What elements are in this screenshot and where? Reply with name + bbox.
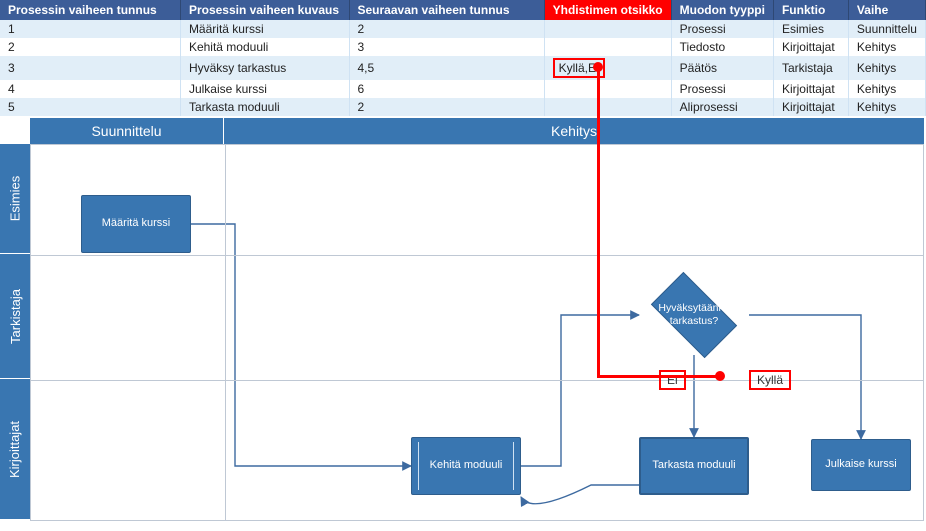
col-func: Funktio (773, 0, 848, 20)
col-next: Seuraavan vaiheen tunnus (349, 0, 544, 20)
col-phase: Vaihe (848, 0, 925, 20)
cell-next: 4,5 (349, 56, 544, 80)
process-table: Prosessin vaiheen tunnusProsessin vaihee… (0, 0, 926, 116)
lane-tarkistaja: Tarkistaja (0, 254, 30, 379)
phase-suunnittelu: Suunnittelu (30, 118, 224, 144)
cell-conn: Kyllä,Ei (544, 56, 671, 80)
table-body: 1Määritä kurssi2ProsessiEsimiesSuunnitte… (0, 20, 926, 116)
lanes-area: Määritä kurssi Kehitä moduuli Tarkasta mod… (30, 144, 924, 521)
shape-s2: Kehitä moduuli (411, 437, 521, 495)
cell-id: 1 (0, 20, 180, 38)
table-row: 1Määritä kurssi2 ProsessiEsimiesSuunnitte… (0, 20, 926, 38)
cell-type: Prosessi (671, 80, 773, 98)
table-row: 4Julkaise kurssi6 ProsessiKirjoittajatKeh… (0, 80, 926, 98)
cell-next: 2 (349, 98, 544, 116)
cell-conn (544, 80, 671, 98)
cell-conn (544, 20, 671, 38)
table-row: 5Tarkasta moduuli2 AliprosessiKirjoittaja… (0, 98, 926, 116)
cell-id: 2 (0, 38, 180, 56)
cell-func: Kirjoittajat (773, 38, 848, 56)
shape-s3: Hyväksytäänkö tarkastus? (639, 275, 749, 355)
lane-labels: EsimiesTarkistajaKirjoittajat (0, 144, 30, 521)
table-header-row: Prosessin vaiheen tunnusProsessin vaihee… (0, 0, 926, 20)
col-conn: Yhdistimen otsikko (544, 0, 671, 20)
cell-type: Tiedosto (671, 38, 773, 56)
cell-phase: Kehitys (848, 98, 925, 116)
cell-desc: Tarkasta moduuli (180, 98, 349, 116)
cell-phase: Kehitys (848, 56, 925, 80)
col-desc: Prosessin vaiheen kuvaus (180, 0, 349, 20)
cell-func: Esimies (773, 20, 848, 38)
cell-next: 3 (349, 38, 544, 56)
col-id: Prosessin vaiheen tunnus (0, 0, 180, 20)
connector-label-yes: Kyllä (749, 370, 791, 390)
lane-esimies: Esimies (0, 144, 30, 254)
cell-type: Päätös (671, 56, 773, 80)
cell-desc: Määritä kurssi (180, 20, 349, 38)
annotation-line-h (597, 375, 719, 378)
lane-kirjoittajat: Kirjoittajat (0, 379, 30, 519)
annotation-line-v (597, 67, 600, 377)
cell-func: Tarkistaja (773, 56, 848, 80)
connector-label-no: Ei (659, 370, 686, 390)
annotation-dot-bottom (715, 371, 725, 381)
col-type: Muodon tyyppi (671, 0, 773, 20)
cell-desc: Kehitä moduuli (180, 38, 349, 56)
cell-func: Kirjoittajat (773, 98, 848, 116)
cell-next: 2 (349, 20, 544, 38)
cell-type: Aliprosessi (671, 98, 773, 116)
cell-id: 5 (0, 98, 180, 116)
shape-s5: Tarkasta moduuli (639, 437, 749, 495)
phase-header: SuunnitteluKehitys (30, 118, 924, 144)
cell-desc: Julkaise kurssi (180, 80, 349, 98)
table-row: 2Kehitä moduuli3 TiedostoKirjoittajatKehi… (0, 38, 926, 56)
shape-s1: Määritä kurssi (81, 195, 191, 253)
cell-conn (544, 98, 671, 116)
cell-phase: Kehitys (848, 80, 925, 98)
cell-type: Prosessi (671, 20, 773, 38)
cell-func: Kirjoittajat (773, 80, 848, 98)
cell-id: 3 (0, 56, 180, 80)
table-row: 3Hyväksy tarkastus4,5Kyllä,EiPäätösTarki… (0, 56, 926, 80)
cell-id: 4 (0, 80, 180, 98)
cell-next: 6 (349, 80, 544, 98)
cell-phase: Kehitys (848, 38, 925, 56)
cell-conn (544, 38, 671, 56)
cell-desc: Hyväksy tarkastus (180, 56, 349, 80)
cell-phase: Suunnittelu (848, 20, 925, 38)
phase-kehitys: Kehitys (224, 118, 924, 144)
shape-s4: Julkaise kurssi (811, 439, 911, 491)
swimlane-diagram: SuunnitteluKehitys EsimiesTarkistajaKirj… (0, 118, 926, 521)
